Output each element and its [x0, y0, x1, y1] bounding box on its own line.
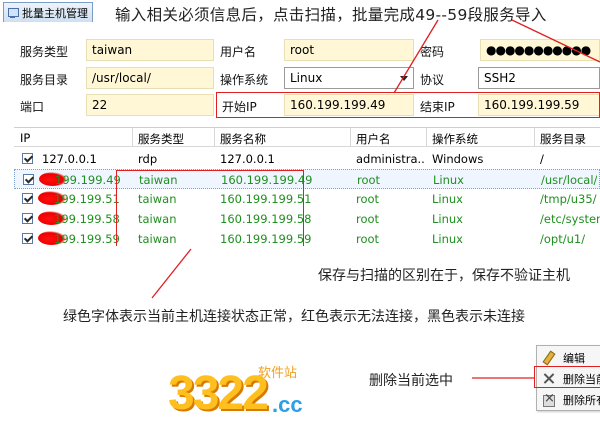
protocol-select[interactable]: SSH2	[478, 67, 600, 89]
tab-label: 批量主机管理	[22, 6, 88, 20]
logo-number: 3322	[168, 367, 269, 420]
service-type-field[interactable]: taiwan	[86, 39, 214, 61]
service-dir-field[interactable]: /usr/local/	[86, 67, 214, 89]
annotation-delete-selected: 删除当前选中	[369, 373, 453, 389]
service-type-label: 服务类型	[20, 45, 69, 59]
os-select-value: Linux	[290, 71, 323, 85]
port-label: 端口	[20, 100, 45, 114]
os-select[interactable]: Linux	[284, 67, 414, 89]
table-header: IP 服务类型 服务名称 用户名 操作系统 服务目录	[14, 128, 600, 147]
cell-os: Linux	[432, 212, 463, 226]
col-divider	[426, 128, 427, 147]
batch-form: 服务类型 taiwan 用户名 root 密码 ●●●●●●●●●●● 服务目录…	[0, 32, 600, 120]
cell-name: 127.0.0.1	[220, 152, 275, 166]
cell-os: Linux	[432, 232, 463, 246]
row-checkbox[interactable]	[23, 174, 34, 185]
annotation-headline: 输入相关必须信息后，点击扫描，批量完成49--59段服务导入	[115, 6, 547, 24]
col-ip[interactable]: IP	[20, 131, 30, 145]
cell-ip: 199.199.51	[54, 192, 120, 206]
taiwan-rows-highlight-box	[116, 170, 304, 250]
app-window: 批量主机管理 输入相关必须信息后，点击扫描，批量完成49--59段服务导入 服务…	[0, 0, 600, 446]
menu-item-delete-all[interactable]: 删除所有	[537, 390, 600, 410]
menu-item-edit-label: 编辑	[563, 352, 585, 365]
logo-domain: .cc	[272, 392, 303, 417]
cell-dir: /etc/system	[540, 212, 600, 226]
logo-tagline: 软件站	[258, 366, 298, 381]
row-checkbox[interactable]	[22, 153, 33, 164]
cell-dir: /usr/local/	[541, 173, 598, 187]
col-divider	[214, 128, 215, 147]
cell-type: rdp	[138, 152, 158, 166]
tab-batch-host-management[interactable]: 批量主机管理	[3, 2, 93, 22]
col-service-dir[interactable]: 服务目录	[540, 131, 586, 147]
delete-all-icon	[541, 391, 557, 408]
protocol-select-value: SSH2	[484, 71, 516, 85]
password-field[interactable]: ●●●●●●●●●●●	[480, 39, 600, 61]
cell-os: Linux	[432, 192, 463, 206]
cell-dir: /opt/u1/	[540, 232, 586, 246]
cell-user: root	[356, 212, 380, 226]
cell-dir: /	[540, 152, 544, 166]
cell-user: root	[357, 173, 381, 187]
ip-range-highlight-box	[216, 92, 600, 118]
username-field[interactable]: root	[284, 39, 414, 61]
annotation-save-vs-scan: 保存与扫描的区别在于，保存不验证主机	[318, 268, 570, 284]
col-divider	[132, 128, 133, 147]
cell-user: administra...	[356, 152, 424, 166]
chevron-down-icon	[400, 76, 408, 81]
col-divider	[534, 128, 535, 147]
menu-item-delete-all-label: 删除所有	[563, 394, 600, 407]
watermark-logo: 3322 .cc 软件站	[168, 362, 318, 432]
menu-item-edit[interactable]: 编辑	[537, 348, 600, 368]
os-label: 操作系统	[220, 73, 269, 87]
row-checkbox[interactable]	[22, 213, 33, 224]
cell-dir: /tmp/u35/	[540, 192, 597, 206]
table-row[interactable]: 127.0.0.1 rdp 127.0.0.1 administra... Wi…	[14, 149, 600, 169]
cell-ip: 199.199.49	[55, 173, 121, 187]
username-label: 用户名	[220, 45, 257, 59]
table-row[interactable]: 199.199.58 taiwan 160.199.199.58 root Li…	[14, 209, 600, 229]
col-service-type[interactable]: 服务类型	[138, 131, 184, 147]
annotation-color-legend: 绿色字体表示当前主机连接状态正常，红色表示无法连接，黑色表示未连接	[63, 309, 525, 325]
pencil-icon	[541, 350, 557, 366]
col-service-name[interactable]: 服务名称	[220, 131, 266, 147]
table-row[interactable]: 199.199.49 taiwan 160.199.199.49 root Li…	[14, 169, 600, 189]
col-username[interactable]: 用户名	[356, 131, 391, 147]
port-field[interactable]: 22	[86, 94, 214, 116]
col-os[interactable]: 操作系统	[432, 131, 478, 147]
row-checkbox[interactable]	[22, 233, 33, 244]
cell-os: Windows	[432, 152, 484, 166]
password-label: 密码	[420, 45, 445, 59]
host-table: IP 服务类型 服务名称 用户名 操作系统 服务目录 127.0.0.1 rdp…	[14, 127, 600, 246]
delete-current-highlight-box	[534, 366, 600, 388]
col-divider	[350, 128, 351, 147]
row-checkbox[interactable]	[22, 193, 33, 204]
cell-user: root	[356, 232, 380, 246]
cell-ip: 199.199.59	[54, 232, 120, 246]
cell-os: Linux	[433, 173, 464, 187]
protocol-label: 协议	[420, 73, 445, 87]
cell-ip: 199.199.58	[54, 212, 120, 226]
table-row[interactable]: 199.199.51 taiwan 160.199.199.51 root Li…	[14, 189, 600, 209]
cell-ip: 127.0.0.1	[42, 152, 97, 166]
monitor-icon	[7, 7, 19, 19]
cell-user: root	[356, 192, 380, 206]
service-dir-label: 服务目录	[20, 73, 69, 87]
